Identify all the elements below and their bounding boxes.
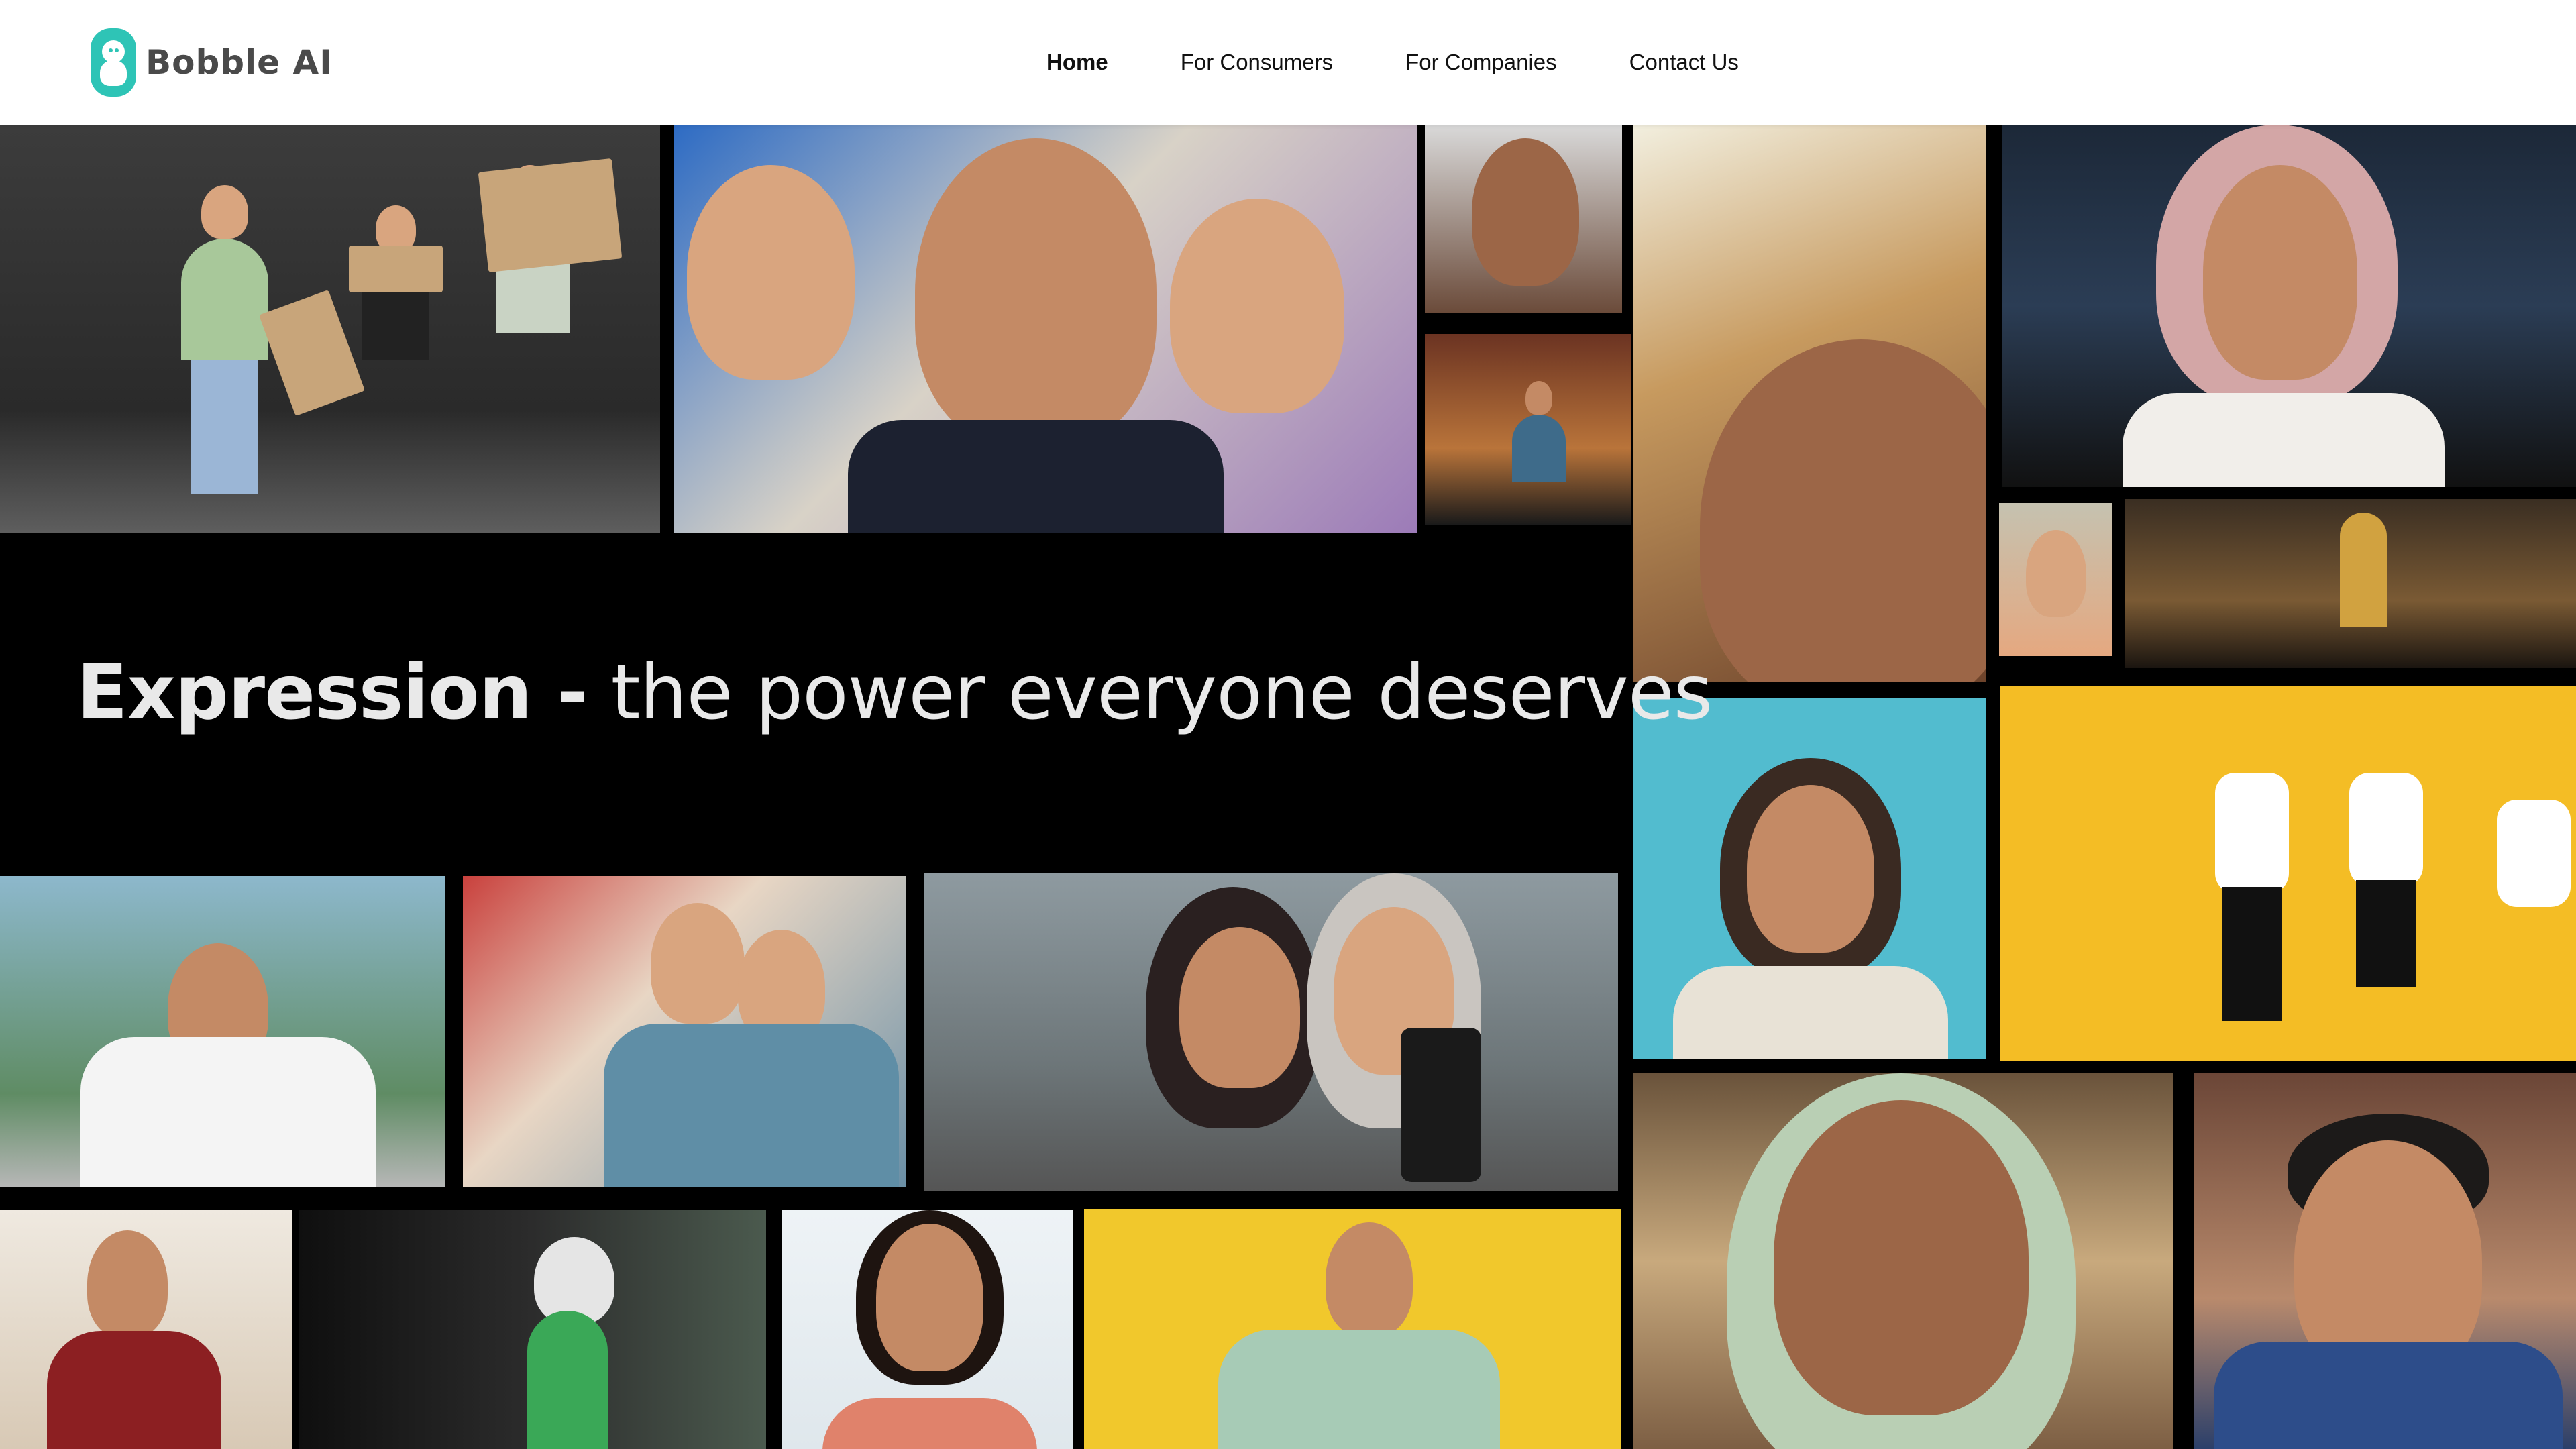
smiling-man-closeup-photo: [1633, 125, 1986, 682]
nav-home[interactable]: Home: [1046, 50, 1108, 75]
hijab-women-selfie-photo: [924, 873, 1618, 1191]
woman-in-saree-photo: [0, 1210, 292, 1449]
friends-peace-sign-photo: [463, 876, 906, 1187]
man-on-phone-photo: [0, 876, 445, 1187]
laughing-woman-headscarf-photo: [1633, 1073, 2174, 1449]
woman-closeup-photo: [1425, 125, 1622, 313]
hero-headline: Expression - the power everyone deserves: [76, 649, 1713, 737]
main-nav: Home For Consumers For Companies Contact…: [1046, 0, 1739, 125]
jumping-businessmen-photo: [2000, 686, 2576, 1061]
nav-for-companies[interactable]: For Companies: [1405, 50, 1557, 75]
site-header: Bobble AI Home For Consumers For Compani…: [0, 0, 2576, 125]
hero-headline-bold: Expression -: [76, 649, 588, 737]
surprised-woman-photo: [1633, 698, 1986, 1059]
crowd-festival-photo: [2125, 499, 2576, 668]
man-selfie-stage-photo: [1425, 334, 1631, 525]
surprised-man-photo: [2194, 1073, 2576, 1449]
shouting-woman-photo: [1999, 503, 2112, 656]
brand-logo[interactable]: Bobble AI: [91, 28, 333, 97]
nav-for-consumers[interactable]: For Consumers: [1181, 50, 1333, 75]
protest-group-photo: [0, 125, 660, 533]
dancing-man-yellow-photo: [1084, 1209, 1621, 1449]
nav-contact-us[interactable]: Contact Us: [1629, 50, 1739, 75]
party-selfie-photo: [674, 125, 1417, 533]
hero-headline-rest: the power everyone deserves: [610, 649, 1713, 737]
brand-name: Bobble AI: [146, 43, 333, 82]
man-in-keffiyeh-photo: [2002, 125, 2576, 487]
woman-blowing-kiss-photo: [782, 1210, 1073, 1449]
bobble-mascot-icon: [91, 28, 136, 97]
dancing-woman-photo: [299, 1210, 766, 1449]
